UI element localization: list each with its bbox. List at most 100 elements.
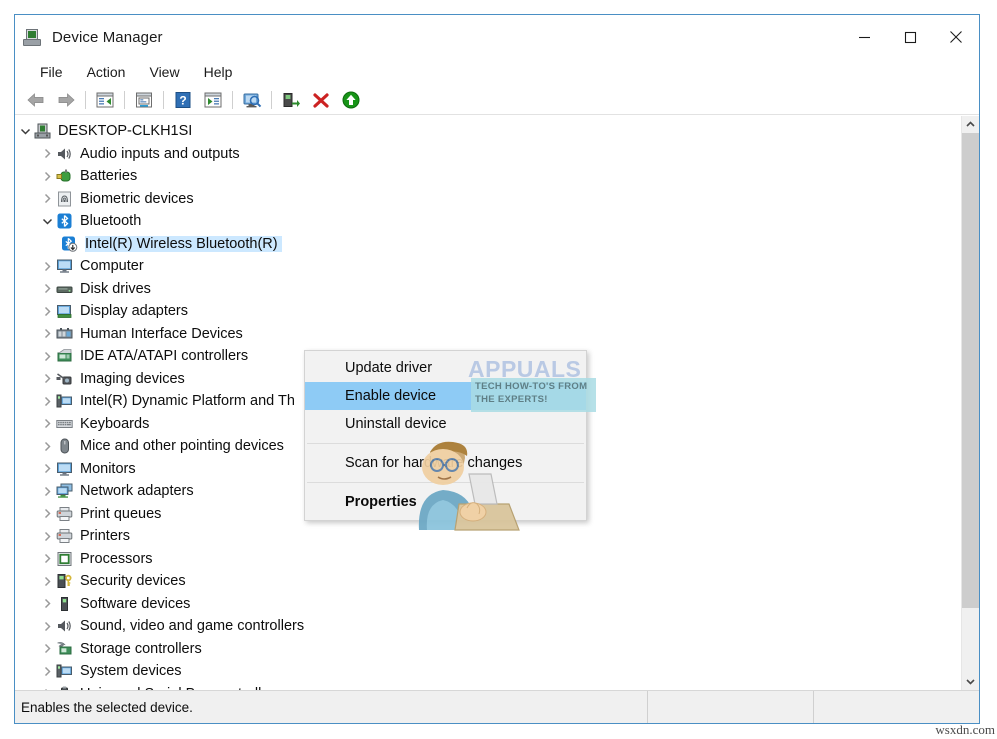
chevron-right-icon[interactable] (39, 306, 56, 317)
tree-item-printers[interactable]: Printers (15, 525, 961, 548)
chevron-right-icon[interactable] (39, 643, 56, 654)
status-text: Enables the selected device. (15, 700, 647, 715)
speaker-icon (56, 618, 73, 634)
tree-item-storage-controllers[interactable]: Storage controllers (15, 638, 961, 661)
menu-action[interactable]: Action (76, 61, 137, 84)
tree-item-biometric-devices[interactable]: Biometric devices (15, 188, 961, 211)
chevron-right-icon[interactable] (39, 148, 56, 159)
scan-for-hardware-changes-button[interactable] (237, 87, 267, 113)
scroll-up-button[interactable] (962, 116, 979, 133)
tree-item-label: Software devices (80, 596, 194, 612)
show-hide-console-tree-button[interactable] (90, 87, 120, 113)
chevron-right-icon[interactable] (39, 328, 56, 339)
maximize-button[interactable] (887, 15, 933, 59)
chevron-right-icon[interactable] (39, 171, 56, 182)
chevron-right-icon[interactable] (39, 508, 56, 519)
toolbar: ? (15, 86, 979, 115)
keyboard-icon (56, 416, 73, 432)
scrollbar-track[interactable] (962, 133, 979, 673)
tree-item-bluetooth[interactable]: Bluetooth (15, 210, 961, 233)
tree-item-label: Monitors (80, 461, 140, 477)
tree-item-processors[interactable]: Processors (15, 548, 961, 571)
tree-item-display-adapters[interactable]: Display adapters (15, 300, 961, 323)
chevron-down-icon[interactable] (39, 216, 56, 227)
fingerprint-icon (56, 191, 73, 207)
tree-item-label: Storage controllers (80, 641, 206, 657)
tree-item-universal-serial-bus-controllers[interactable]: Universal Serial Bus controllers (15, 683, 961, 691)
context-menu-item-update-driver[interactable]: Update driver (305, 354, 586, 382)
chevron-right-icon[interactable] (39, 463, 56, 474)
context-menu[interactable]: Update driver Enable device Uninstall de… (304, 350, 587, 521)
chevron-right-icon[interactable] (39, 576, 56, 587)
forward-button[interactable] (51, 87, 81, 113)
tree-item-audio-inputs-and-outputs[interactable]: Audio inputs and outputs (15, 143, 961, 166)
device-manager-window: Device Manager File Action View Help (14, 14, 980, 724)
chevron-right-icon[interactable] (39, 373, 56, 384)
tree-item-system-devices[interactable]: System devices (15, 660, 961, 683)
help-button[interactable]: ? (168, 87, 198, 113)
tree-item-desktop-clkh1si[interactable]: DESKTOP-CLKH1SI (15, 120, 961, 143)
chevron-right-icon[interactable] (39, 598, 56, 609)
uninstall-device-button[interactable] (306, 87, 336, 113)
tree-item-human-interface-devices[interactable]: Human Interface Devices (15, 323, 961, 346)
scrollbar-thumb[interactable] (962, 133, 979, 608)
menu-view[interactable]: View (138, 61, 190, 84)
printer-icon (56, 506, 73, 522)
menu-help[interactable]: Help (193, 61, 244, 84)
status-bar: Enables the selected device. (15, 690, 979, 723)
tree-item-label: Display adapters (80, 303, 192, 319)
chevron-right-icon[interactable] (39, 531, 56, 542)
chevron-right-icon[interactable] (39, 351, 56, 362)
enable-device-button[interactable] (336, 87, 366, 113)
title-bar: Device Manager (15, 15, 979, 59)
chevron-right-icon[interactable] (39, 418, 56, 429)
tree-item-sound-video-and-game-controllers[interactable]: Sound, video and game controllers (15, 615, 961, 638)
context-menu-item-uninstall-device[interactable]: Uninstall device (305, 410, 586, 438)
context-menu-item-scan-for-hardware-changes[interactable]: Scan for hardware changes (305, 449, 586, 477)
tree-item-batteries[interactable]: Batteries (15, 165, 961, 188)
tree-item-security-devices[interactable]: Security devices (15, 570, 961, 593)
menu-file[interactable]: File (29, 61, 74, 84)
tree-item-label: Bluetooth (80, 213, 145, 229)
tree-item-label: Imaging devices (80, 371, 189, 387)
storage-controller-icon (56, 641, 73, 657)
tree-item-label: Biometric devices (80, 191, 198, 207)
tree-item-computer[interactable]: Computer (15, 255, 961, 278)
tree-item-label: Sound, video and game controllers (80, 618, 308, 634)
properties-button[interactable] (129, 87, 159, 113)
toolbar-separator-3 (163, 91, 164, 109)
chevron-right-icon[interactable] (39, 261, 56, 272)
update-driver-button[interactable] (276, 87, 306, 113)
tree-item-label: Network adapters (80, 483, 198, 499)
toolbar-separator-5 (271, 91, 272, 109)
tree-item-disk-drives[interactable]: Disk drives (15, 278, 961, 301)
hid-icon (56, 326, 73, 342)
minimize-button[interactable] (841, 15, 887, 59)
chevron-down-icon[interactable] (17, 126, 34, 137)
tree-item-label: IDE ATA/ATAPI controllers (80, 348, 252, 364)
close-button[interactable] (933, 15, 979, 59)
chevron-right-icon[interactable] (39, 396, 56, 407)
vertical-scrollbar[interactable] (961, 116, 979, 690)
chevron-right-icon[interactable] (39, 621, 56, 632)
chevron-right-icon[interactable] (39, 193, 56, 204)
watermark-site: wsxdn.com (935, 722, 995, 738)
battery-icon (56, 168, 73, 184)
show-action-pane-button[interactable] (198, 87, 228, 113)
chevron-right-icon[interactable] (39, 666, 56, 677)
chevron-right-icon[interactable] (39, 441, 56, 452)
context-menu-item-enable-device[interactable]: Enable device (305, 382, 586, 410)
scroll-down-button[interactable] (962, 673, 979, 690)
tree-item-intel-wireless-bluetooth[interactable]: Intel(R) Wireless Bluetooth(R) (15, 233, 961, 256)
tree-item-software-devices[interactable]: Software devices (15, 593, 961, 616)
tree-item-label: Intel(R) Wireless Bluetooth(R) (85, 236, 282, 252)
context-menu-item-properties[interactable]: Properties (305, 488, 586, 516)
chevron-right-icon[interactable] (39, 553, 56, 564)
content-area: DESKTOP-CLKH1SI Audio inputs and outputs (15, 115, 979, 690)
window-title: Device Manager (52, 29, 163, 46)
chevron-right-icon[interactable] (39, 283, 56, 294)
back-button[interactable] (21, 87, 51, 113)
chevron-right-icon[interactable] (39, 486, 56, 497)
toolbar-separator-1 (85, 91, 86, 109)
monitor-icon (56, 258, 73, 274)
